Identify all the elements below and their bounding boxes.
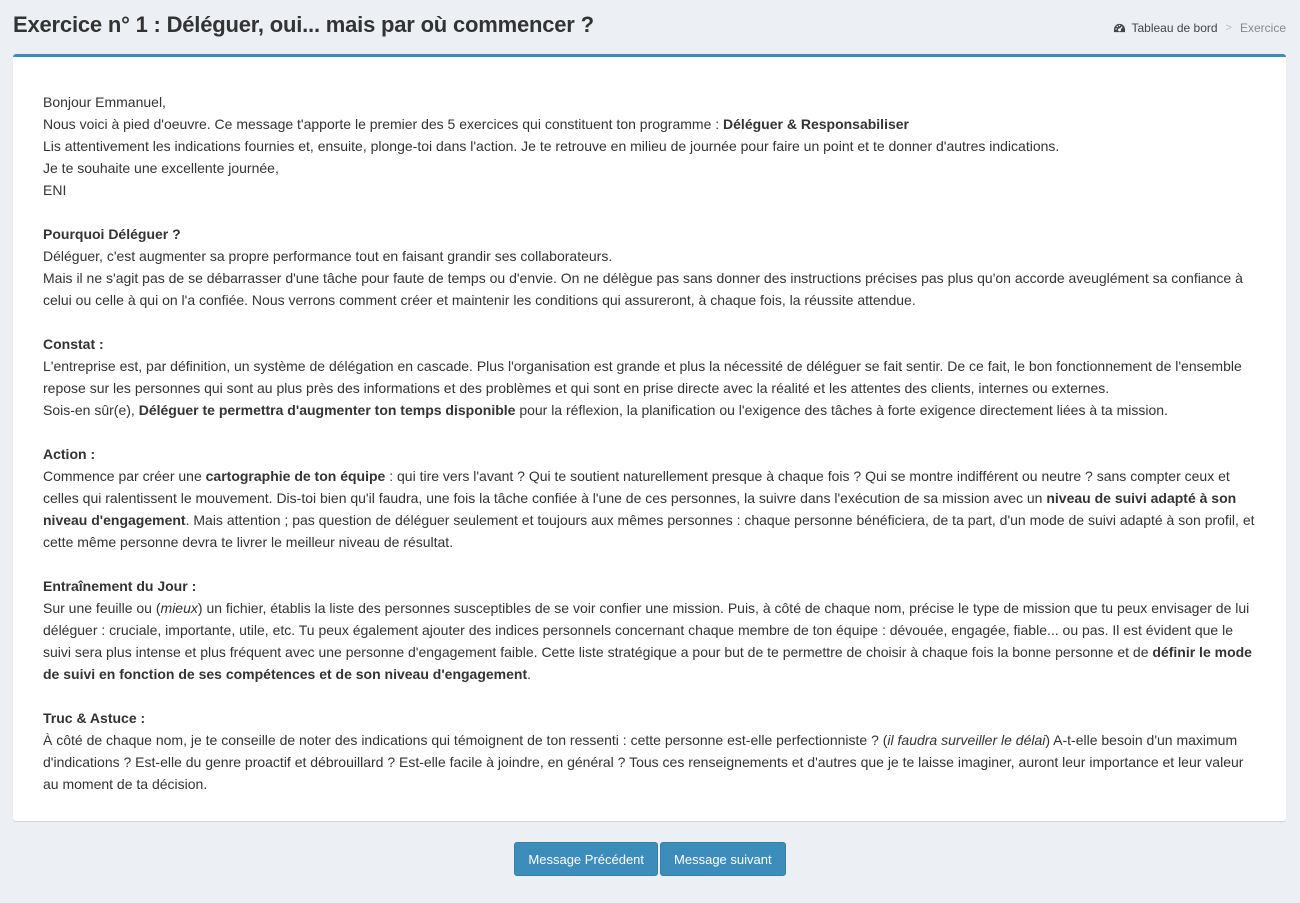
breadcrumb-current: Exercice [1239,21,1286,35]
message-navigation: Message Précédent Message suivant [0,842,1300,876]
breadcrumb: Tableau de bord > Exercice [1113,21,1286,35]
section-paragraph: Déléguer, c'est augmenter sa propre perf… [43,248,613,264]
breadcrumb-separator: > [1225,22,1232,34]
message-box: Bonjour Emmanuel, Nous voici à pied d'oe… [13,54,1286,821]
signature: ENI [43,182,67,198]
breadcrumb-home-link[interactable]: Tableau de bord [1113,21,1218,35]
section-paragraph: L'entreprise est, par définition, un sys… [43,358,1242,396]
section-heading-constat: Constat : [43,336,104,352]
section-paragraph: Commence par créer une cartographie de t… [43,468,1255,550]
section-paragraph: À côté de chaque nom, je te conseille de… [43,732,1244,792]
next-message-button[interactable]: Message suivant [660,842,786,876]
breadcrumb-home-label: Tableau de bord [1131,21,1218,35]
section-heading-action: Action : [43,446,96,462]
dashboard-icon [1114,23,1126,32]
intro-line: Lis attentivement les indications fourni… [43,138,1060,154]
section-paragraph: Sur une feuille ou (mieux) un fichier, é… [43,600,1252,682]
intro-line: Nous voici à pied d'oeuvre. Ce message t… [43,116,909,132]
message-body: Bonjour Emmanuel, Nous voici à pied d'oe… [43,91,1258,795]
previous-message-button[interactable]: Message Précédent [514,842,659,876]
program-name: Déléguer & Responsabiliser [723,116,909,132]
section-heading-entrainement: Entraînement du Jour : [43,578,197,594]
content-header: Exercice n° 1 : Déléguer, oui... mais pa… [0,0,1300,52]
greeting: Bonjour Emmanuel, [43,94,166,110]
intro-line: Je te souhaite une excellente journée, [43,160,279,176]
section-heading-astuce: Truc & Astuce : [43,710,146,726]
section-paragraph: Mais il ne s'agit pas de se débarrasser … [43,270,1243,308]
section-heading-pourquoi: Pourquoi Déléguer ? [43,226,181,242]
section-paragraph: Sois-en sûr(e), Déléguer te permettra d'… [43,402,1168,418]
page-title: Exercice n° 1 : Déléguer, oui... mais pa… [13,12,594,37]
